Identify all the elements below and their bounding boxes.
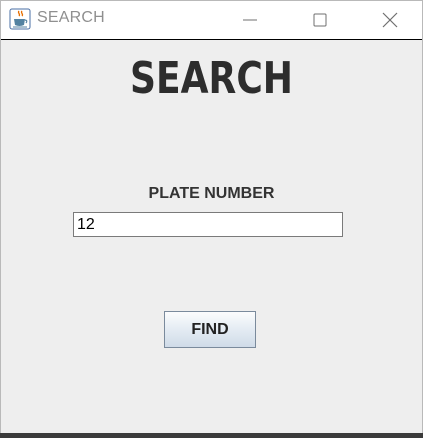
plate-number-input[interactable]: [73, 212, 343, 237]
content-panel: SEARCH PLATE NUMBER FIND: [1, 40, 422, 437]
maximize-icon: [313, 13, 327, 27]
close-button[interactable]: [367, 1, 413, 39]
window-title: SEARCH: [37, 9, 105, 26]
minimize-icon: [243, 19, 257, 21]
maximize-button[interactable]: [297, 1, 343, 39]
close-icon: [382, 12, 398, 28]
taskbar-edge: [0, 433, 423, 438]
find-button[interactable]: FIND: [164, 311, 256, 348]
minimize-button[interactable]: [227, 1, 273, 39]
page-title: SEARCH: [129, 53, 294, 104]
title-bar[interactable]: SEARCH: [1, 1, 422, 40]
search-window: SEARCH SEARCH PLATE NUMBER FIND: [0, 0, 423, 438]
java-cup-icon: [9, 8, 31, 30]
plate-number-label: PLATE NUMBER: [148, 185, 275, 202]
